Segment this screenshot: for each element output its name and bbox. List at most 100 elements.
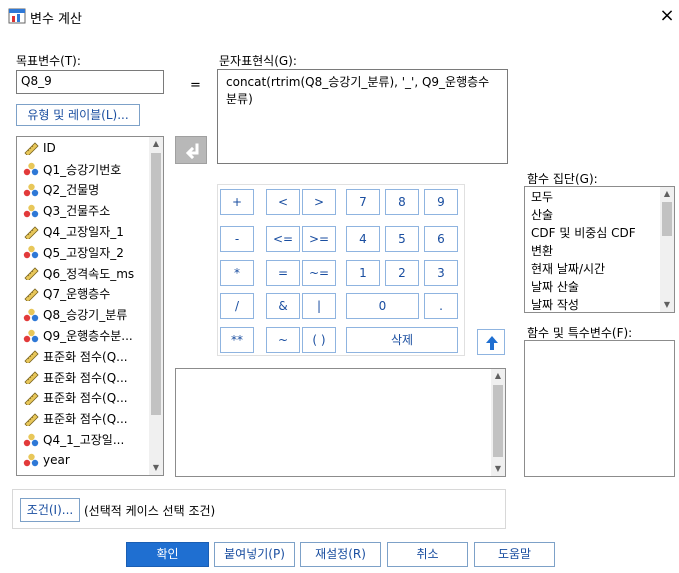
variable-list-item[interactable]: ID [17,138,163,159]
move-up-button[interactable] [477,329,505,355]
type-label-button[interactable]: 유형 및 레이블(L)... [16,104,140,126]
variable-list-item[interactable]: Q4_1_고장일... [17,429,163,450]
scroll-thumb[interactable] [662,202,672,236]
variable-list-item[interactable]: Q2_건물명 [17,180,163,201]
function-group-item[interactable]: CDF 및 비중심 CDF [525,224,674,242]
ruler-icon [23,225,39,241]
condition-button[interactable]: 조건(I)... [20,498,80,522]
variable-list-item[interactable]: Q4_고장일자_1 [17,221,163,242]
keypad-key[interactable]: . [424,293,458,319]
keypad-key[interactable]: * [220,260,254,286]
target-variable-label: 목표변수(T): [16,54,81,68]
keypad-key[interactable]: + [220,189,254,215]
nominal-icon [23,329,39,343]
keypad-key[interactable]: - [220,226,254,252]
ruler-icon [23,349,39,365]
scroll-thumb[interactable] [151,153,161,415]
keypad-key[interactable]: 6 [424,226,458,252]
keypad-key[interactable]: 1 [346,260,380,286]
function-group-item[interactable]: 날짜 작성 [525,296,674,312]
variable-list-item[interactable]: 표준화 점수(Q... [17,367,163,388]
paste-button[interactable]: 붙여넣기(P) [214,542,295,567]
window-title: 변수 계산 [30,12,82,27]
close-icon[interactable]: × [656,4,678,28]
function-group-scrollbar[interactable]: ▲ ▼ [660,187,674,312]
ruler-icon [23,266,39,282]
variable-list-item[interactable]: 표준화 점수(Q... [17,388,163,409]
description-scrollbar[interactable]: ▲ ▼ [491,369,505,476]
function-group-item[interactable]: 현재 날짜/시간 [525,260,674,278]
move-to-expression-button[interactable] [175,136,207,164]
keypad-key[interactable]: 8 [385,189,419,215]
variable-list-item[interactable]: Q7_운행층수 [17,284,163,305]
keypad-key[interactable]: < [266,189,300,215]
keypad-key[interactable]: 9 [424,189,458,215]
variable-list-item-label: 표준화 점수(Q... [43,349,128,364]
keypad-key[interactable]: ( ) [302,327,336,353]
keypad-key[interactable]: 5 [385,226,419,252]
variable-list-item[interactable]: Q5_고장일자_2 [17,242,163,263]
nominal-icon [23,183,39,197]
scroll-up-icon[interactable]: ▲ [149,137,163,151]
function-group-item[interactable]: 모두 [525,188,674,206]
function-group-item[interactable]: 변환 [525,242,674,260]
keypad-key[interactable]: ~ [266,327,300,353]
keypad-key[interactable]: > [302,189,336,215]
title-bar [0,0,679,34]
keypad-key[interactable]: & [266,293,300,319]
variable-list[interactable]: ID Q1_승강기번호 Q2_건물명 Q3_건물주소 Q4_고장일자_1 Q5_고장일자_… [16,136,164,476]
ok-button[interactable]: 확인 [126,542,209,567]
function-group-item[interactable]: 날짜 산술 [525,278,674,296]
keypad-key[interactable]: / [220,293,254,319]
keypad-key[interactable]: >= [302,226,336,252]
variable-list-item[interactable]: Q1_승강기번호 [17,159,163,180]
keypad-key[interactable]: <= [266,226,300,252]
variable-list-item[interactable]: Q9_운행층수분... [17,325,163,346]
keypad-key[interactable]: ~= [302,260,336,286]
variable-list-item[interactable]: year [17,450,163,471]
keypad-key[interactable]: 삭제 [346,327,458,353]
reset-button[interactable]: 재설정(R) [300,542,381,567]
variable-list-item[interactable]: Q6_정격속도_ms [17,263,163,284]
expression-textarea[interactable]: concat(rtrim(Q8_승강기_분류), '_', Q9_운행층수분류) [217,69,508,164]
ruler-icon [23,412,39,428]
scroll-thumb[interactable] [493,385,503,457]
condition-text: (선택적 케이스 선택 조건) [84,504,216,518]
keypad-key[interactable]: | [302,293,336,319]
keypad-key[interactable]: 3 [424,260,458,286]
variable-list-item-label: ID [43,141,56,156]
variable-list-item[interactable]: Q3_건물주소 [17,200,163,221]
cancel-button[interactable]: 취소 [387,542,468,567]
variable-list-item[interactable]: 표준화 점수(Q... [17,408,163,429]
scroll-up-icon[interactable]: ▲ [491,369,505,383]
functions-label: 함수 및 특수변수(F): [527,326,633,340]
nominal-icon [23,433,39,447]
keypad-key[interactable]: 4 [346,226,380,252]
variable-list-item-label: 표준화 점수(Q... [43,370,128,385]
nominal-icon [23,204,39,218]
functions-list[interactable] [524,340,675,477]
keypad-key[interactable]: ** [220,327,254,353]
variable-list-item[interactable]: Q8_승강기_분류 [17,304,163,325]
target-variable-input[interactable]: Q8_9 [16,70,164,94]
keypad: + < >7 8 9 - <= >= 4 5 6 * = ~= 1 2 3 /& | 0. ** ~( ) 삭제 [217,184,465,356]
variable-list-item[interactable]: 표준화 점수(Q... [17,346,163,367]
keypad-key[interactable]: 0 [346,293,419,319]
function-group-item[interactable]: 산술 [525,206,674,224]
variable-list-item-label: Q3_건물주소 [43,204,111,219]
function-group-list[interactable]: 모두 산술 CDF 및 비중심 CDF 변환 현재 날짜/시간 날짜 산술 날짜 작성 ▲ … [524,186,675,313]
keypad-key[interactable]: 7 [346,189,380,215]
variable-list-item-label: Q1_승강기번호 [43,162,122,177]
help-button[interactable]: 도움말 [474,542,555,567]
scroll-down-icon[interactable]: ▼ [660,298,674,312]
scroll-up-icon[interactable]: ▲ [660,187,674,201]
scroll-down-icon[interactable]: ▼ [149,461,163,475]
nominal-icon [23,162,39,176]
scroll-down-icon[interactable]: ▼ [491,462,505,476]
variable-list-scrollbar[interactable]: ▲ ▼ [149,137,163,475]
keypad-key[interactable]: 2 [385,260,419,286]
variable-list-item-label: Q6_정격속도_ms [43,266,135,281]
variable-list-item-label: year [43,453,70,468]
function-group-label: 함수 집단(G): [527,172,598,186]
keypad-key[interactable]: = [266,260,300,286]
